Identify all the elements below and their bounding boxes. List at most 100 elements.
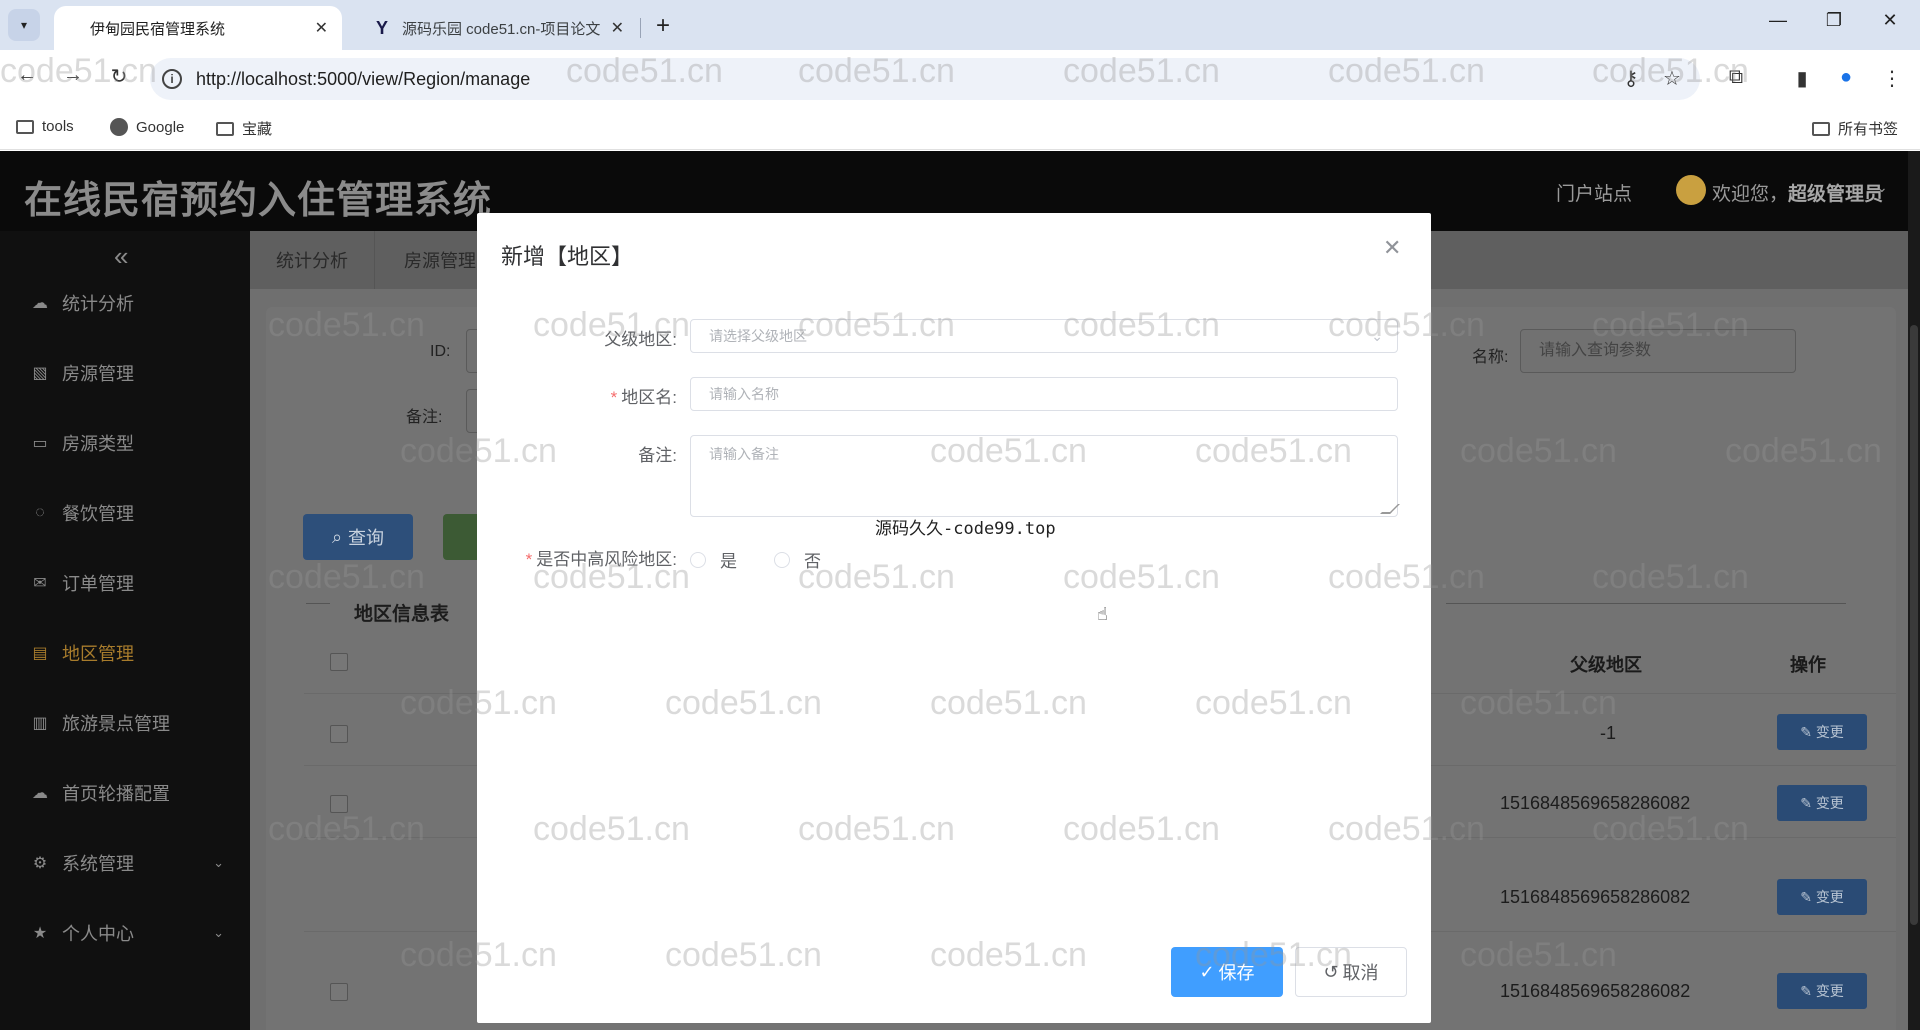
tab-statistics[interactable]: 统计分析 (250, 231, 375, 289)
radio-circle-icon (774, 551, 790, 568)
sidebar-item-carousel[interactable]: ☁ 首页轮播配置 (0, 763, 250, 823)
star-icon: ★ (32, 925, 48, 942)
bookmark-label: Google (136, 118, 185, 136)
row-checkbox[interactable] (330, 983, 348, 1001)
save-button-label: 保存 (1218, 963, 1255, 983)
browser-toolbar: ← → ↻ i http://localhost:5000/view/Regio… (0, 50, 1920, 108)
restore-icon[interactable]: ❐ (1814, 10, 1854, 31)
tab-title: 伊甸园民宿管理系统 (90, 20, 226, 38)
change-button[interactable]: ✎ 变更 (1777, 879, 1867, 915)
page-scrollbar[interactable] (1908, 151, 1920, 1030)
side-panel-icon[interactable]: ▮ (1788, 66, 1816, 91)
tab-divider (640, 18, 641, 38)
sidebar-item-label: 餐饮管理 (62, 504, 134, 524)
radio-circle-icon (690, 551, 706, 568)
sidebar-item-room-types[interactable]: ▭ 房源类型 (0, 413, 250, 473)
close-window-icon[interactable]: ✕ (1870, 10, 1910, 31)
chat-icon: ◌ (35, 504, 45, 521)
close-icon[interactable]: ✕ (1383, 235, 1401, 261)
name-label: 名称: (1472, 349, 1509, 366)
risk-area-label: * 是否中高风险地区: (525, 550, 677, 569)
sidebar-item-statistics[interactable]: ☁ 统计分析 (0, 273, 250, 333)
change-button[interactable]: ✎ 变更 (1777, 714, 1867, 750)
chevron-down-icon[interactable]: ⌄ (1876, 179, 1888, 196)
save-button[interactable]: ✓ 保存 (1171, 947, 1283, 997)
sidebar-item-label: 订单管理 (62, 574, 134, 594)
more-menu-icon[interactable]: ⋮ (1878, 66, 1906, 91)
site-favicon-icon: Y (375, 17, 388, 38)
minimize-icon[interactable]: — (1758, 10, 1798, 31)
back-icon[interactable]: ← (12, 64, 42, 87)
forward-icon[interactable]: → (58, 64, 88, 87)
change-button-label: 变更 (1815, 724, 1844, 740)
id-label: ID: (430, 343, 451, 360)
address-bar[interactable]: i http://localhost:5000/view/Region/mana… (150, 58, 1700, 100)
name-search-input[interactable]: 请输入查询参数 (1520, 329, 1796, 373)
sidebar-item-profile[interactable]: ★ 个人中心 ⌄ (0, 903, 250, 963)
sidebar-item-label: 地区管理 (62, 644, 134, 664)
risk-area-label-text: 是否中高风险地区: (536, 550, 677, 569)
chevron-down-icon: ⌄ (213, 925, 224, 940)
cloud-icon: ☁ (32, 785, 48, 802)
sidebar-item-orders[interactable]: ✉ 订单管理 (0, 553, 250, 613)
table-cell-parent: -1 (1600, 723, 1617, 743)
remark-label: 备注: (638, 446, 677, 465)
portal-link[interactable]: 门户站点 (1556, 179, 1632, 206)
user-menu[interactable]: 欢迎您，超级管理员 (1712, 179, 1883, 206)
close-icon[interactable]: ✕ (315, 18, 328, 38)
gear-icon: ⚙ (32, 855, 48, 872)
tab-search-button[interactable]: ▾ (8, 9, 40, 41)
risk-no-radio[interactable]: 否 (774, 547, 821, 572)
change-button[interactable]: ✎ 变更 (1777, 973, 1867, 1009)
sidebar-item-regions[interactable]: ▤ 地区管理 (0, 623, 250, 683)
scroll-thumb[interactable] (1910, 325, 1918, 925)
sidebar: « ☁ 统计分析 ▧ 房源管理 ▭ 房源类型 ◌ 餐饮管理 ✉ 订单管理 ▤ 地区管理 ▥ 旅… (0, 231, 250, 1030)
bookmark-folder-tools[interactable]: tools (16, 118, 74, 135)
risk-yes-radio[interactable]: 是 (690, 547, 737, 572)
presentation-icon: ▭ (32, 435, 48, 452)
bookmark-label: tools (42, 118, 74, 135)
chevron-down-icon: ⌄ (213, 855, 224, 870)
query-button[interactable]: ⌕ 查询 (303, 514, 413, 560)
mouse-cursor-icon: ☝ (1097, 604, 1108, 624)
avatar[interactable] (1676, 175, 1706, 205)
collapse-sidebar-icon[interactable]: « (114, 241, 128, 272)
dialog-title: 新增【地区】 (501, 244, 634, 269)
region-name-input[interactable]: 请输入名称 (690, 377, 1398, 411)
sidebar-item-attractions[interactable]: ▥ 旅游景点管理 (0, 693, 250, 753)
parent-region-select[interactable]: 请选择父级地区 ⌄ (690, 319, 1398, 353)
resize-handle-icon[interactable] (1380, 504, 1400, 514)
cancel-button[interactable]: ↺ 取消 (1295, 947, 1407, 997)
new-tab-button[interactable]: + (646, 9, 680, 43)
check-icon: ✓ (1199, 961, 1215, 982)
bookmark-star-icon[interactable]: ☆ (1658, 66, 1686, 91)
reload-icon[interactable]: ↻ (104, 64, 134, 89)
select-all-checkbox[interactable] (330, 653, 348, 671)
site-info-icon[interactable]: i (162, 69, 182, 89)
change-button[interactable]: ✎ 变更 (1777, 785, 1867, 821)
url-text[interactable]: http://localhost:5000/view/Region/manage (196, 69, 530, 90)
profile-icon[interactable]: ● (1832, 66, 1860, 89)
sidebar-item-label: 统计分析 (62, 294, 134, 314)
bookmark-folder-treasure[interactable]: 宝藏 (216, 118, 272, 139)
bookmark-label: 所有书签 (1838, 121, 1899, 138)
browser-tab-active[interactable]: 伊甸园民宿管理系统 ✕ (54, 6, 342, 50)
region-name-label: * 地区名: (610, 388, 677, 407)
bookmark-google[interactable]: Google (110, 118, 184, 136)
all-bookmarks-button[interactable]: 所有书签 (1812, 118, 1898, 139)
browser-tab[interactable]: Y 源码乐园 code51.cn-项目论文 ✕ (352, 6, 638, 50)
close-icon[interactable]: ✕ (611, 18, 624, 38)
column-header-action: 操作 (1790, 655, 1826, 675)
add-region-dialog: 新增【地区】 ✕ 父级地区: 请选择父级地区 ⌄ * 地区名: 请输入名称 备注:… (477, 213, 1431, 1023)
sidebar-item-listings[interactable]: ▧ 房源管理 (0, 343, 250, 403)
sidebar-item-system[interactable]: ⚙ 系统管理 ⌄ (0, 833, 250, 893)
divider (1446, 603, 1846, 604)
row-checkbox[interactable] (330, 725, 348, 743)
sidebar-item-dining[interactable]: ◌ 餐饮管理 (0, 483, 250, 543)
remark-textarea[interactable]: 请输入备注 (690, 435, 1400, 517)
password-key-icon[interactable]: ⚷ (1617, 66, 1645, 91)
remark-label: 备注: (406, 409, 443, 426)
extensions-icon[interactable]: ⧉ (1722, 66, 1750, 89)
row-checkbox[interactable] (330, 795, 348, 813)
remark-placeholder: 请输入备注 (709, 446, 779, 462)
